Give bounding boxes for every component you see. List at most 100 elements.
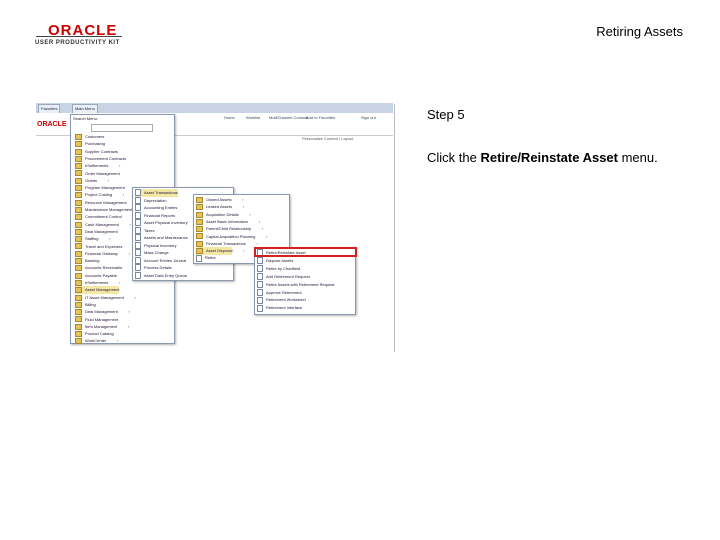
header-link[interactable]: Home	[224, 115, 235, 120]
submenu-arrow-icon: ›	[129, 221, 131, 227]
search-menu-input[interactable]	[91, 124, 153, 132]
page-icon	[135, 189, 141, 197]
menu-item-label: Asset Physical Inventory	[144, 220, 188, 225]
folder-icon	[75, 301, 82, 308]
folder-icon	[196, 248, 203, 255]
submenu-arrow-icon: ›	[243, 248, 245, 254]
submenu-arrow-icon: ›	[258, 218, 261, 224]
folder-icon	[75, 250, 82, 257]
menu-item-label: Retire Assets with Retirement Request	[266, 281, 335, 287]
folder-icon	[75, 279, 82, 286]
submenu-arrow-icon: ›	[266, 233, 268, 239]
folder-icon	[196, 233, 203, 240]
menu-item-label: Taxes	[144, 227, 155, 233]
folder-icon	[196, 226, 203, 233]
page-icon	[135, 219, 141, 227]
app-screenshot: Favorites Main Menu ORACLE Home Worklist M…	[36, 103, 393, 353]
page-icon	[196, 254, 202, 262]
folder-icon	[75, 214, 82, 221]
menu-item-label: Assets and Maintenance	[144, 235, 188, 240]
menu-item-label: Retire	[205, 255, 216, 261]
menu-item-label: Depreciation	[144, 197, 167, 203]
submenu-arrow-icon: ›	[127, 323, 130, 329]
menu-item-label: Owned Assets	[206, 197, 232, 202]
menu-item-label: Procurement Contracts	[85, 155, 127, 161]
submenu-arrow-icon: ›	[249, 211, 251, 217]
folder-icon	[75, 206, 82, 213]
page-icon	[257, 265, 263, 273]
page-icon	[135, 204, 141, 212]
submenu-arrow-icon: ›	[128, 250, 130, 256]
menu-item-label: Banking	[85, 258, 100, 264]
header-link[interactable]: Worklist	[246, 115, 260, 120]
folder-icon	[75, 294, 82, 301]
menu-item-label: eSettlements	[85, 163, 109, 169]
folder-icon	[75, 243, 82, 250]
menu-item-label: Program Management	[85, 185, 125, 191]
page-icon	[257, 296, 263, 304]
folder-icon	[75, 185, 82, 192]
folder-icon	[75, 265, 82, 272]
page-icon	[135, 249, 141, 257]
page-icon	[135, 241, 141, 249]
instruction-suffix: menu.	[617, 150, 658, 165]
menu-item[interactable]: WorkCenter ›	[75, 337, 118, 345]
header-link[interactable]: Sign out	[361, 115, 376, 120]
menu-item-label: Deal Management	[85, 309, 118, 315]
menu-item-label: Retire by Chartfield	[266, 265, 301, 271]
folder-icon	[75, 155, 82, 162]
logo-divider	[36, 36, 122, 37]
page-icon	[135, 271, 141, 279]
instruction-prefix: Click the	[427, 150, 481, 165]
menu-item-label: Physical Inventory	[144, 242, 177, 248]
menu-item[interactable]: Retire	[196, 254, 216, 262]
folder-icon	[196, 204, 203, 211]
folder-icon	[196, 211, 203, 218]
menu-item-label: Approve Retirement	[266, 289, 302, 295]
menu-item-label: Staffing	[85, 236, 99, 242]
menu-item[interactable]: Retire Assets with Retirement Request	[257, 281, 334, 289]
folder-icon	[196, 196, 203, 203]
screenshot-divider	[394, 104, 395, 352]
header-link[interactable]: MultiChannel Console	[269, 115, 308, 120]
header-link[interactable]: Add to Favorites	[306, 115, 335, 120]
menu-item-label: Accounts Receivable	[85, 265, 123, 271]
folder-icon	[75, 323, 82, 330]
folder-icon	[75, 148, 82, 155]
menu-item-label: WorkCenter	[85, 338, 107, 344]
document-title: Retiring Assets	[596, 24, 683, 39]
menu-item[interactable]: Approve Retirement	[257, 288, 302, 297]
folder-icon	[75, 228, 82, 235]
step-instruction: Click the Retire/Reinstate Asset menu.	[427, 150, 658, 165]
submenu-arrow-icon: ›	[116, 338, 119, 344]
menu-item-label: Capital Acquisition Planning	[206, 233, 256, 239]
menu-item-label: Process Details	[144, 265, 172, 270]
menu-item-label: Add Retirement Request	[266, 273, 310, 279]
menu-item[interactable]: Retirement Worksheet	[257, 296, 306, 304]
menu-item-label: Accounting Entries	[144, 205, 178, 210]
folder-icon	[75, 170, 82, 177]
menu-item-label: eSettlements	[85, 280, 109, 285]
submenu-arrow-icon: ›	[261, 226, 264, 232]
instruction-target: Retire/Reinstate Asset	[480, 150, 618, 165]
menu-item-label: Commitment Control	[85, 214, 122, 220]
page-icon	[135, 226, 141, 234]
menu-item[interactable]: Add Retirement Request	[257, 273, 310, 281]
folder-icon	[75, 133, 82, 140]
folder-icon	[75, 316, 82, 323]
page-icon	[135, 234, 141, 242]
search-menu-label: Search Menu:	[73, 116, 98, 121]
page-icon	[257, 273, 263, 281]
menu-item-label: Purchasing	[85, 141, 106, 147]
menu-item[interactable]: Retire by Chartfield	[257, 265, 300, 273]
folder-icon	[75, 141, 82, 148]
menu-item[interactable]: Dispose Assets	[257, 257, 293, 265]
personalize-link[interactable]: Personalize Content | Layout	[302, 136, 353, 141]
oracle-header-logo: ORACLE	[37, 121, 67, 128]
folder-icon	[75, 338, 82, 345]
folder-icon	[75, 221, 82, 228]
highlight-box	[254, 247, 357, 257]
menu-item[interactable]: Asset Data Entry Queue	[135, 271, 187, 280]
menu-item-label: Leased Assets	[206, 204, 233, 210]
menu-item[interactable]: Retirement Interface	[257, 304, 302, 312]
